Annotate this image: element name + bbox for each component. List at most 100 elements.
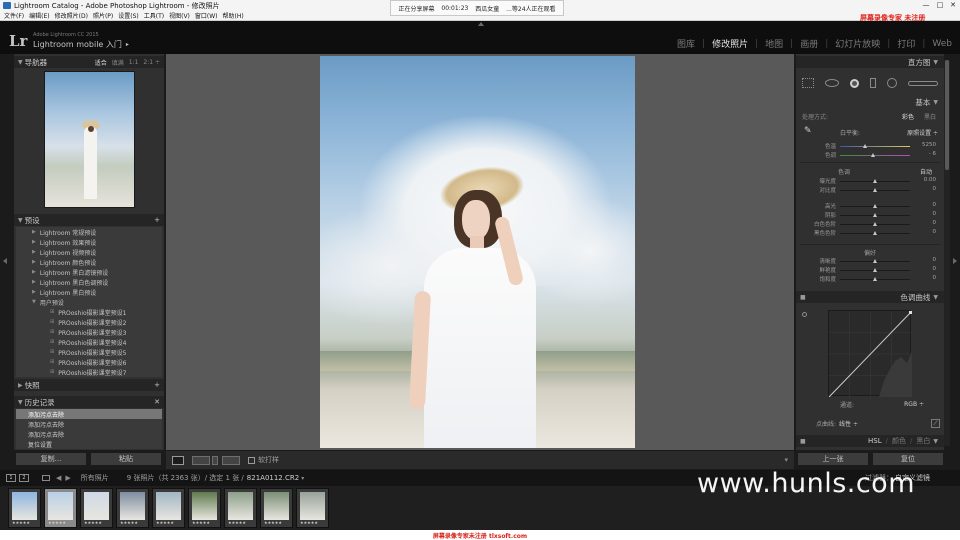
module-tab[interactable]: Web <box>932 39 952 49</box>
slider-value[interactable]: 0 <box>933 202 937 208</box>
slider-value[interactable]: 0 <box>933 266 937 272</box>
menu-item[interactable]: 帮助(H) <box>223 11 244 20</box>
zoom-option[interactable]: 2:1 ÷ <box>143 59 160 66</box>
temperature-knob[interactable] <box>862 144 867 148</box>
menu-item[interactable]: 照片(P) <box>93 11 113 20</box>
preset-folder[interactable]: ▶ Lightroom 颜色预设 <box>16 257 162 267</box>
slider-track[interactable] <box>840 204 910 208</box>
temperature-track[interactable] <box>840 144 910 148</box>
preset-folder[interactable]: ▶ Lightroom 视频预设 <box>16 247 162 257</box>
slider-knob[interactable] <box>873 277 877 281</box>
filmstrip-thumbnail[interactable]: ★★★★★ <box>116 488 149 528</box>
menu-item[interactable]: 窗口(W) <box>195 11 218 20</box>
tone-curve-header[interactable]: ■ 色调曲线 ▼ <box>796 291 944 303</box>
hsl-tab[interactable]: 黑白 <box>916 436 930 446</box>
history-item[interactable]: 添加污点去除 <box>16 409 162 419</box>
history-item[interactable]: 添加污点去除 <box>16 429 162 439</box>
filmstrip-thumbnail[interactable]: ★★★★★ <box>260 488 293 528</box>
before-after-view-icon[interactable] <box>192 455 210 465</box>
radial-filter-icon[interactable] <box>887 78 897 88</box>
preset-item[interactable]: ⊞ PROoshio摄影课堂预设3 <box>16 327 162 337</box>
red-eye-tool-icon[interactable] <box>850 78 859 88</box>
auto-tone-button[interactable]: 自动 <box>920 167 932 176</box>
previous-settings-button[interactable]: 上一张 <box>797 452 869 466</box>
menu-item[interactable]: 文件(F) <box>4 11 24 20</box>
filmstrip-thumbnail[interactable]: ★★★★★ <box>296 488 329 528</box>
collapse-left-arrow-icon[interactable] <box>3 258 7 264</box>
maximize-button[interactable]: □ <box>934 0 946 10</box>
tint-value[interactable]: - 6 <box>929 151 936 157</box>
current-filename[interactable]: 821A0112.CR2 <box>247 474 299 482</box>
snapshots-header[interactable]: ▶ 快照 + <box>14 379 164 391</box>
hsl-toggle-icon[interactable]: ■ <box>800 438 806 445</box>
adjust-slider[interactable]: 清晰度 0 <box>796 257 944 266</box>
add-snapshot-button[interactable]: + <box>154 381 160 389</box>
zoom-option[interactable]: 填满 <box>112 58 124 67</box>
adjust-slider[interactable]: 对比度 0 <box>796 186 944 195</box>
basic-header[interactable]: 基本 ▼ <box>796 96 944 108</box>
softproof-checkbox[interactable] <box>248 456 255 464</box>
slider-track[interactable] <box>840 268 910 272</box>
slider-value[interactable]: 0 <box>933 220 937 226</box>
white-balance-select[interactable]: 原照设置 ÷ <box>907 128 938 137</box>
adjust-slider[interactable]: 阴影 0 <box>796 211 944 220</box>
point-curve-select[interactable]: 线性 ÷ <box>839 419 858 428</box>
slider-track[interactable] <box>840 222 910 226</box>
filename-menu-icon[interactable]: ▾ <box>301 475 304 482</box>
preset-item[interactable]: ⊞ PROoshio摄影课堂预设7 <box>16 367 162 377</box>
source-label[interactable]: 所有照片 <box>81 473 109 483</box>
history-item[interactable]: 复位设置 <box>16 439 162 449</box>
clear-history-button[interactable]: ✕ <box>154 398 160 406</box>
window-number-button[interactable]: 2 <box>19 474 29 482</box>
reset-button[interactable]: 复位 <box>872 452 944 466</box>
hsl-tab[interactable]: 颜色 <box>892 436 906 446</box>
adjust-slider[interactable]: 饱和度 0 <box>796 275 944 284</box>
slider-track[interactable] <box>840 259 910 263</box>
slider-value[interactable]: 0 <box>933 257 937 263</box>
adjust-slider[interactable]: 白色色阶 0 <box>796 220 944 229</box>
spot-removal-tool-icon[interactable] <box>825 79 839 87</box>
module-tab[interactable]: 幻灯片放映 <box>835 37 880 50</box>
collapse-right-arrow-icon[interactable] <box>953 258 957 264</box>
adjust-slider[interactable]: 高光 0 <box>796 202 944 211</box>
filmstrip-thumbnail[interactable]: ★★★★★ <box>188 488 221 528</box>
scrollbar-thumb[interactable] <box>945 60 949 170</box>
navigator-header[interactable]: ▼ 导航器 适合 填满 1:1 2:1 ÷ <box>14 56 164 68</box>
slider-value[interactable]: 0.00 <box>924 177 936 183</box>
copy-button[interactable]: 复制... <box>15 452 87 466</box>
adjust-slider[interactable]: 鲜艳度 0 <box>796 266 944 275</box>
filmstrip-thumbnail[interactable]: ★★★★★ <box>8 488 41 528</box>
tone-curve-graph[interactable] <box>828 310 912 397</box>
slider-knob[interactable] <box>873 179 877 183</box>
preset-item[interactable]: ⊞ PROoshio摄影课堂预设1 <box>16 307 162 317</box>
module-tab[interactable]: 地图 <box>765 37 783 50</box>
white-balance-eyedropper-icon[interactable]: ✎ <box>804 126 814 136</box>
zoom-option[interactable]: 适合 <box>95 58 107 67</box>
slider-track[interactable] <box>840 179 910 183</box>
menu-item[interactable]: 编辑(E) <box>29 11 49 20</box>
targeted-adjustment-icon[interactable] <box>802 312 807 317</box>
module-tab[interactable]: 修改照片 <box>712 37 748 50</box>
edit-point-curve-icon[interactable]: ⟋ <box>931 419 940 428</box>
slider-knob[interactable] <box>873 231 877 235</box>
preset-folder[interactable]: ▶ Lightroom 黑白滤镜预设 <box>16 267 162 277</box>
hsl-header[interactable]: ■ HSL / 颜色 / 黑白 ▼ <box>796 435 944 447</box>
identity-plate[interactable]: Lightroom mobile 入门 ▸ <box>33 39 129 50</box>
slider-knob[interactable] <box>873 222 877 226</box>
preset-folder[interactable]: ▶ Lightroom 效果预设 <box>16 237 162 247</box>
toolbar-menu-icon[interactable]: ▾ <box>784 456 788 464</box>
adjustment-brush-icon[interactable] <box>908 80 938 86</box>
bw-treatment-button[interactable]: 黑白 <box>924 112 936 121</box>
main-photo[interactable] <box>320 56 635 448</box>
filmstrip-thumbnail[interactable]: ★★★★★ <box>80 488 113 528</box>
before-after-menu-icon[interactable] <box>212 455 218 465</box>
menu-item[interactable]: 设置(S) <box>118 11 139 20</box>
slider-track[interactable] <box>840 277 910 281</box>
adjust-slider[interactable]: 黑色色阶 0 <box>796 229 944 238</box>
color-treatment-button[interactable]: 彩色 <box>902 112 914 121</box>
slider-value[interactable]: 0 <box>933 211 937 217</box>
slider-knob[interactable] <box>873 268 877 272</box>
loupe-view-icon[interactable] <box>172 455 184 465</box>
channel-select[interactable]: RGB ÷ <box>904 401 924 408</box>
module-tab[interactable]: 图库 <box>677 37 695 50</box>
